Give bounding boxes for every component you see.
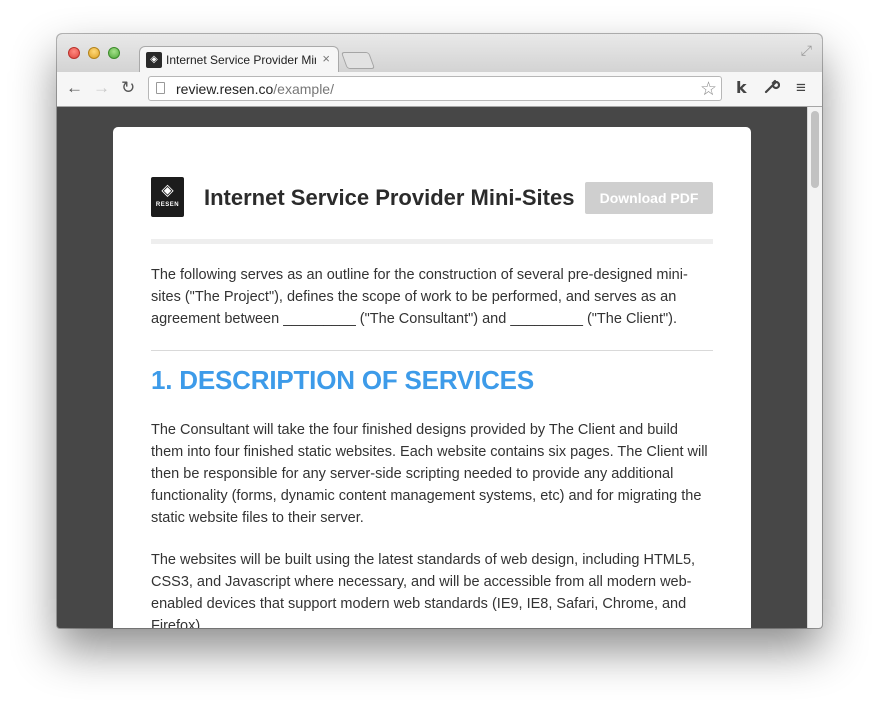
section-paragraph: The websites will be built using the lat… [151, 552, 696, 628]
favicon-icon: ◈ [146, 52, 162, 68]
page-icon [156, 82, 165, 94]
logo-word: RESEN [155, 202, 180, 208]
url-path: /example/ [273, 81, 334, 97]
document-page: ◈ RESEN Internet Service Provider Mini-S… [113, 127, 751, 628]
page-viewport[interactable]: ◈ RESEN Internet Service Provider Mini-S… [57, 107, 822, 628]
header-divider [151, 239, 713, 244]
star-icon[interactable]: ☆ [700, 78, 717, 101]
resen-logo: ◈ RESEN [151, 177, 184, 217]
new-tab-button[interactable] [340, 52, 376, 69]
intro-paragraph: The following serves as an outline for t… [151, 267, 688, 327]
document-title: Internet Service Provider Mini-Sites [204, 185, 575, 210]
forward-arrow-icon[interactable]: → [93, 78, 110, 98]
wrench-icon[interactable] [764, 78, 781, 98]
logo-mark-icon: ◈ [161, 182, 174, 199]
browser-window: ◈ Internet Service Provider Mini × ⤢ ← →… [57, 34, 822, 628]
title-bar: ◈ Internet Service Provider Mini × ⤢ [57, 34, 822, 72]
section-heading: 1. DESCRIPTION OF SERVICES [151, 365, 534, 395]
url-text[interactable]: review.resen.co/example/ [176, 81, 334, 97]
scrollbar-thumb[interactable] [811, 111, 819, 188]
section-paragraph: The Consultant will take the four finish… [151, 422, 708, 526]
browser-toolbar: ← → ↻ review.resen.co/example/ ☆ k ≡ [57, 72, 822, 107]
minimize-window-button[interactable] [88, 47, 100, 59]
close-window-button[interactable] [68, 47, 80, 59]
url-host: review.resen.co [176, 81, 274, 97]
section-divider [151, 350, 713, 351]
k-extension-icon[interactable]: k [736, 78, 747, 97]
back-arrow-icon[interactable]: ← [66, 78, 83, 98]
vertical-scrollbar[interactable] [807, 107, 822, 628]
tab-close-icon[interactable]: × [322, 51, 330, 66]
zoom-window-button[interactable] [108, 47, 120, 59]
reload-icon[interactable]: ↻ [121, 78, 135, 98]
browser-tab[interactable]: ◈ Internet Service Provider Mini × [139, 46, 339, 72]
download-pdf-button[interactable]: Download PDF [585, 182, 713, 214]
fullscreen-icon[interactable]: ⤢ [801, 42, 812, 59]
address-bar[interactable]: review.resen.co/example/ ☆ [148, 76, 722, 101]
menu-icon[interactable]: ≡ [796, 78, 806, 98]
tab-title: Internet Service Provider Mini [166, 53, 316, 67]
